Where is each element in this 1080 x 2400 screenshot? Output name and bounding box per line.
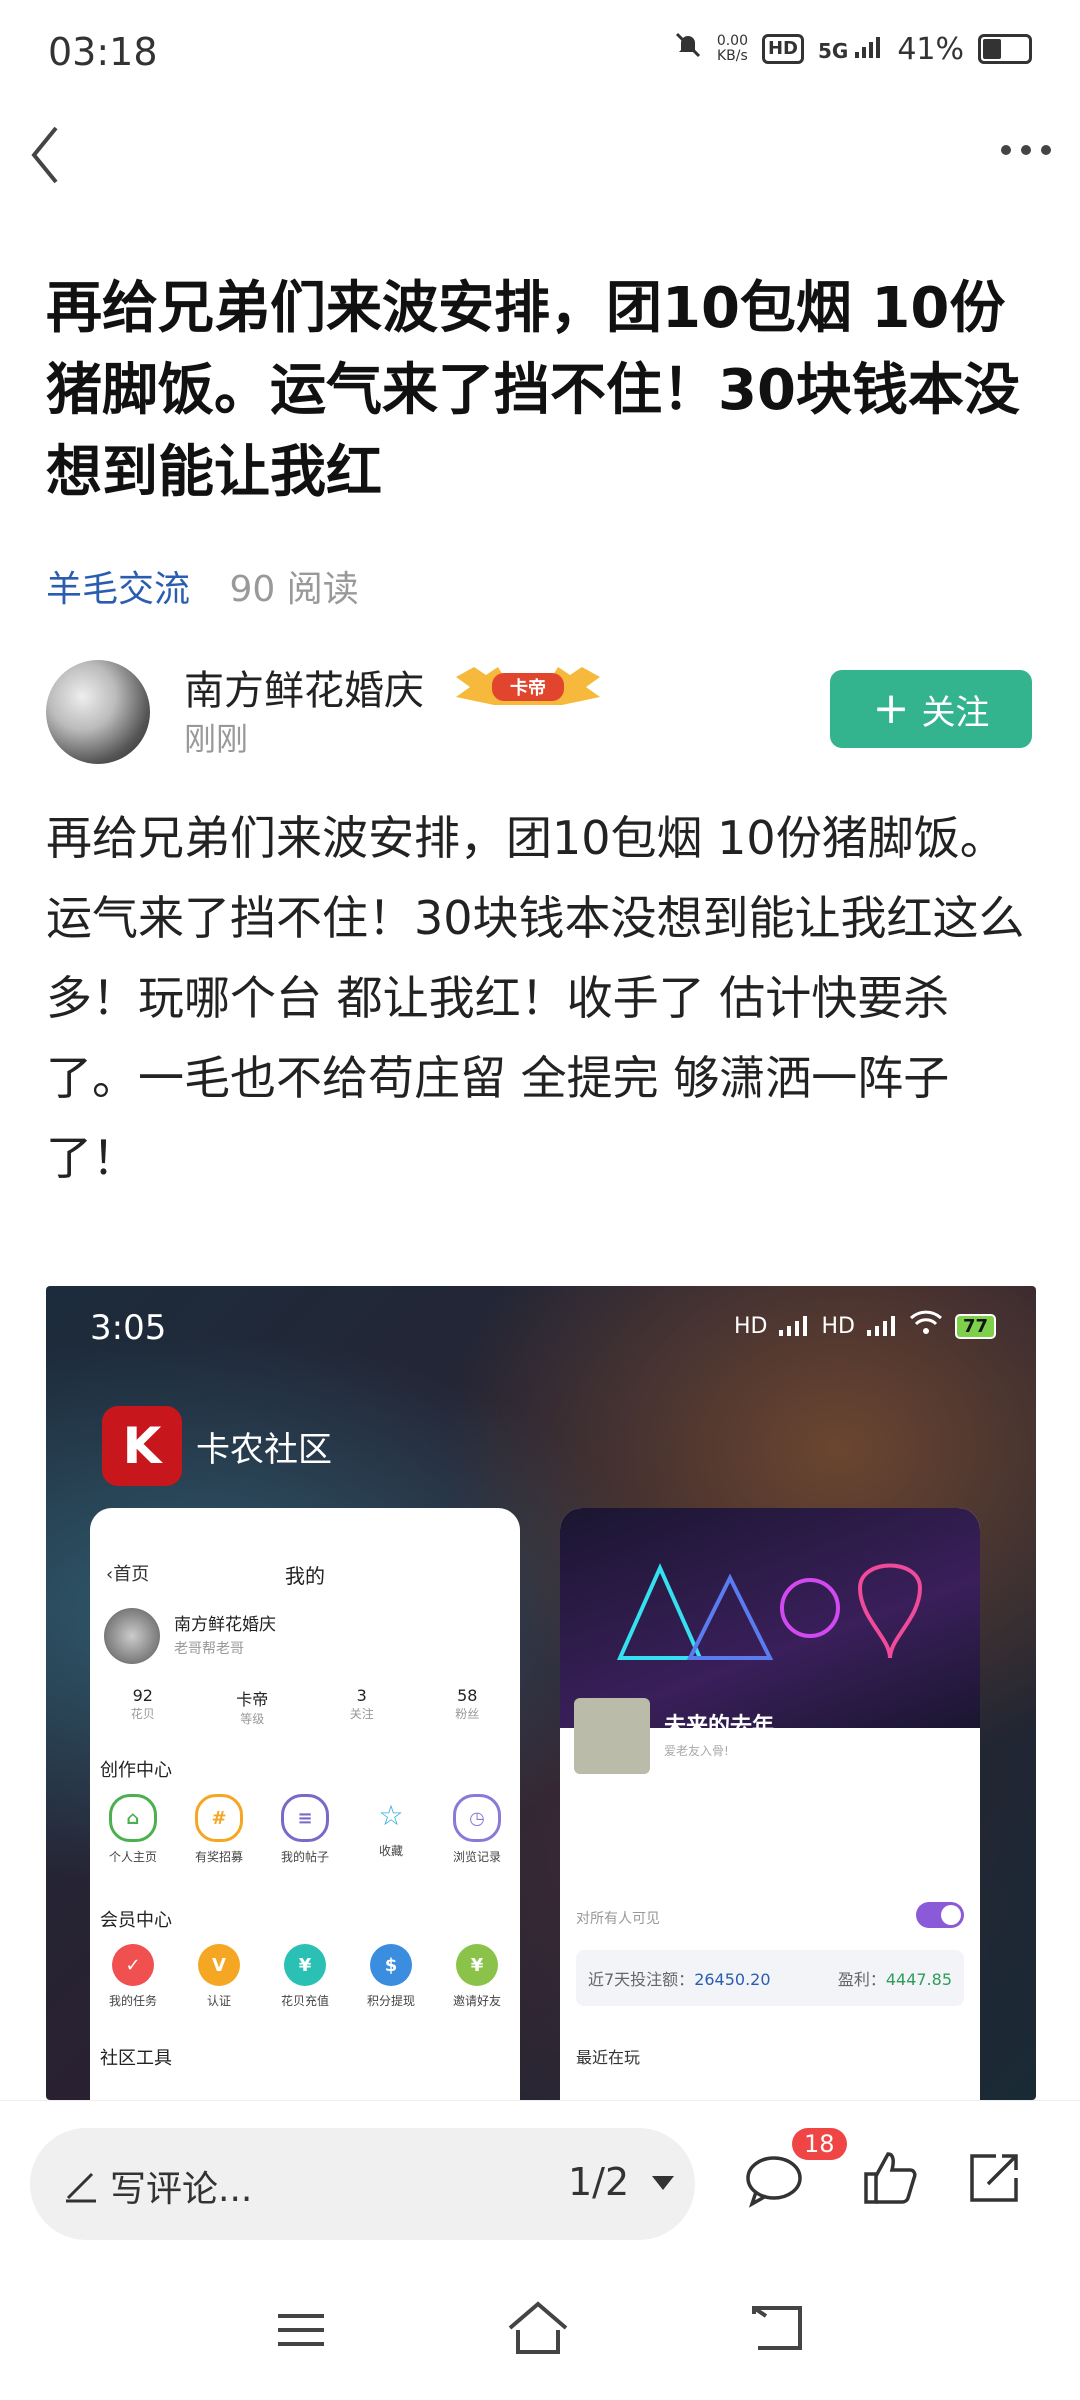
mute-icon — [673, 30, 703, 68]
grid-item: ✓ 我的任务 — [93, 1944, 173, 2009]
comment-placeholder: 写评论... — [110, 2169, 253, 2210]
author-name[interactable]: 南方鲜花婚庆 — [184, 658, 424, 716]
follow-label: 关注 — [921, 692, 990, 733]
comments-button[interactable] — [744, 2152, 804, 2212]
stats-user-name: 未来的去年 — [664, 1714, 775, 1739]
visibility-toggle — [916, 1902, 964, 1928]
read-count: 90 阅读 — [229, 569, 359, 610]
battery-icon — [978, 34, 1032, 64]
menu-button[interactable] — [276, 2310, 326, 2354]
home-icon — [508, 2301, 568, 2354]
app-name: 卡农社区 — [196, 1430, 332, 1470]
stats-user-sub: 爱老友入骨! — [664, 1744, 729, 1758]
home-button[interactable] — [506, 2300, 570, 2360]
stats-card: 未来的去年 爱老友入骨! 对所有人可见 近7天投注额：26450.20 盈利：4… — [560, 1508, 980, 2100]
card-title: 我的 — [285, 1564, 325, 1588]
follow-button[interactable]: + 关注 — [830, 670, 1032, 748]
net-speed: 0.00 KB/s — [716, 33, 748, 64]
return-icon — [752, 2306, 802, 2350]
card-user-sub: 老哥帮老哥 — [174, 1641, 244, 1657]
post-meta: 羊毛交流 90 阅读 — [46, 560, 359, 612]
embedded-time: 3:05 — [90, 1308, 167, 1348]
grid-item: ⌂ 个人主页 — [93, 1794, 173, 1865]
section-member: 会员中心 — [100, 1910, 172, 1931]
grid-item: $ 积分提现 — [351, 1944, 431, 2009]
wifi-icon — [909, 1310, 943, 1342]
creation-items: ⌂ 个人主页 # 有奖招募 ≡ 我的帖子 ☆ 收藏 ◷ 浏览记录 — [90, 1794, 520, 1865]
page-indicator[interactable]: 1/2 — [568, 2160, 629, 2204]
profile-card: ‹首页 我的 南方鲜花婚庆 老哥帮老哥 92 花贝 卡帝 等级 3 关注 58 粉丝 创… — [90, 1508, 520, 2100]
hd-indicator: HD — [761, 34, 804, 64]
card-user-name: 南方鲜花婚庆 — [174, 1615, 276, 1635]
stat-item: 92 花贝 — [130, 1686, 155, 1721]
like-button[interactable] — [862, 2150, 918, 2210]
grid-item: ◷ 浏览记录 — [437, 1794, 517, 1865]
embedded-status: HD HD 77 — [734, 1310, 996, 1342]
comment-count-badge: 18 — [792, 2128, 847, 2160]
level-badge: 卡帝 — [452, 663, 604, 709]
visibility-label: 对所有人可见 — [576, 1911, 660, 1927]
bet-stats: 近7天投注额：26450.20 盈利：4447.85 — [576, 1950, 964, 2006]
neon-banner — [560, 1508, 980, 1728]
grid-item: V 认证 — [179, 1944, 259, 2009]
share-icon — [970, 2154, 1018, 2202]
embedded-battery: 77 — [954, 1313, 996, 1339]
category-link[interactable]: 羊毛交流 — [46, 569, 190, 610]
more-icon — [1001, 145, 1051, 155]
return-button[interactable] — [750, 2304, 806, 2358]
chat-icon — [746, 2156, 802, 2208]
menu-icon — [278, 2314, 324, 2346]
post-title: 再给兄弟们来波安排，团10包烟 10份猪脚饭。运气来了挡不住！30块钱本没想到能… — [46, 276, 1020, 505]
section-tools: 社区工具 — [100, 2048, 172, 2069]
back-icon — [31, 126, 58, 184]
plus-icon: + — [872, 683, 910, 734]
battery-percent: 41% — [897, 31, 964, 67]
status-icons: 0.00 KB/s HD 5G 41% — [673, 30, 1032, 68]
grid-item: ¥ 花贝充值 — [265, 1944, 345, 2009]
stat-item: 卡帝 等级 — [236, 1690, 269, 1726]
card-stats: 92 花贝 卡帝 等级 3 关注 58 粉丝 — [90, 1686, 520, 1727]
card-avatar — [104, 1608, 160, 1664]
author-avatar[interactable] — [46, 660, 150, 764]
post-body: 再给兄弟们来波安排，团10包烟 10份猪脚饭。 运气来了挡不住！30块钱本没想到… — [46, 811, 1025, 1185]
stat-item: 3 关注 — [349, 1686, 374, 1721]
stat-item: 58 粉丝 — [455, 1686, 480, 1721]
grid-item: ¥ 邀请好友 — [437, 1944, 517, 2009]
recent-label: 最近在玩 — [576, 2048, 641, 2067]
caret-down-icon[interactable] — [650, 2174, 676, 2196]
back-button[interactable] — [26, 120, 86, 190]
status-time: 03:18 — [48, 30, 158, 74]
member-items: ✓ 我的任务 V 认证 ¥ 花贝充值 $ 积分提现 ¥ 邀请好友 — [90, 1944, 520, 2009]
grid-item: # 有奖招募 — [179, 1794, 259, 1865]
share-button[interactable] — [966, 2150, 1022, 2210]
section-creation: 创作中心 — [100, 1760, 172, 1781]
svg-text:卡帝: 卡帝 — [510, 677, 546, 699]
grid-item: ≡ 我的帖子 — [265, 1794, 345, 1865]
embedded-screenshot[interactable]: 3:05 HD HD 77 K 卡农社区 ‹首页 我的 南方鲜花婚庆 老哥帮老哥… — [46, 1286, 1036, 2100]
app-logo: K — [102, 1406, 182, 1486]
like-icon — [864, 2152, 917, 2204]
network-indicator: 5G — [818, 36, 883, 63]
pencil-icon — [62, 2166, 100, 2208]
more-button[interactable] — [996, 130, 1056, 180]
post-time: 刚刚 — [184, 720, 249, 758]
grid-item: ☆ 收藏 — [378, 1798, 404, 1859]
stats-user-avatar — [574, 1698, 650, 1774]
